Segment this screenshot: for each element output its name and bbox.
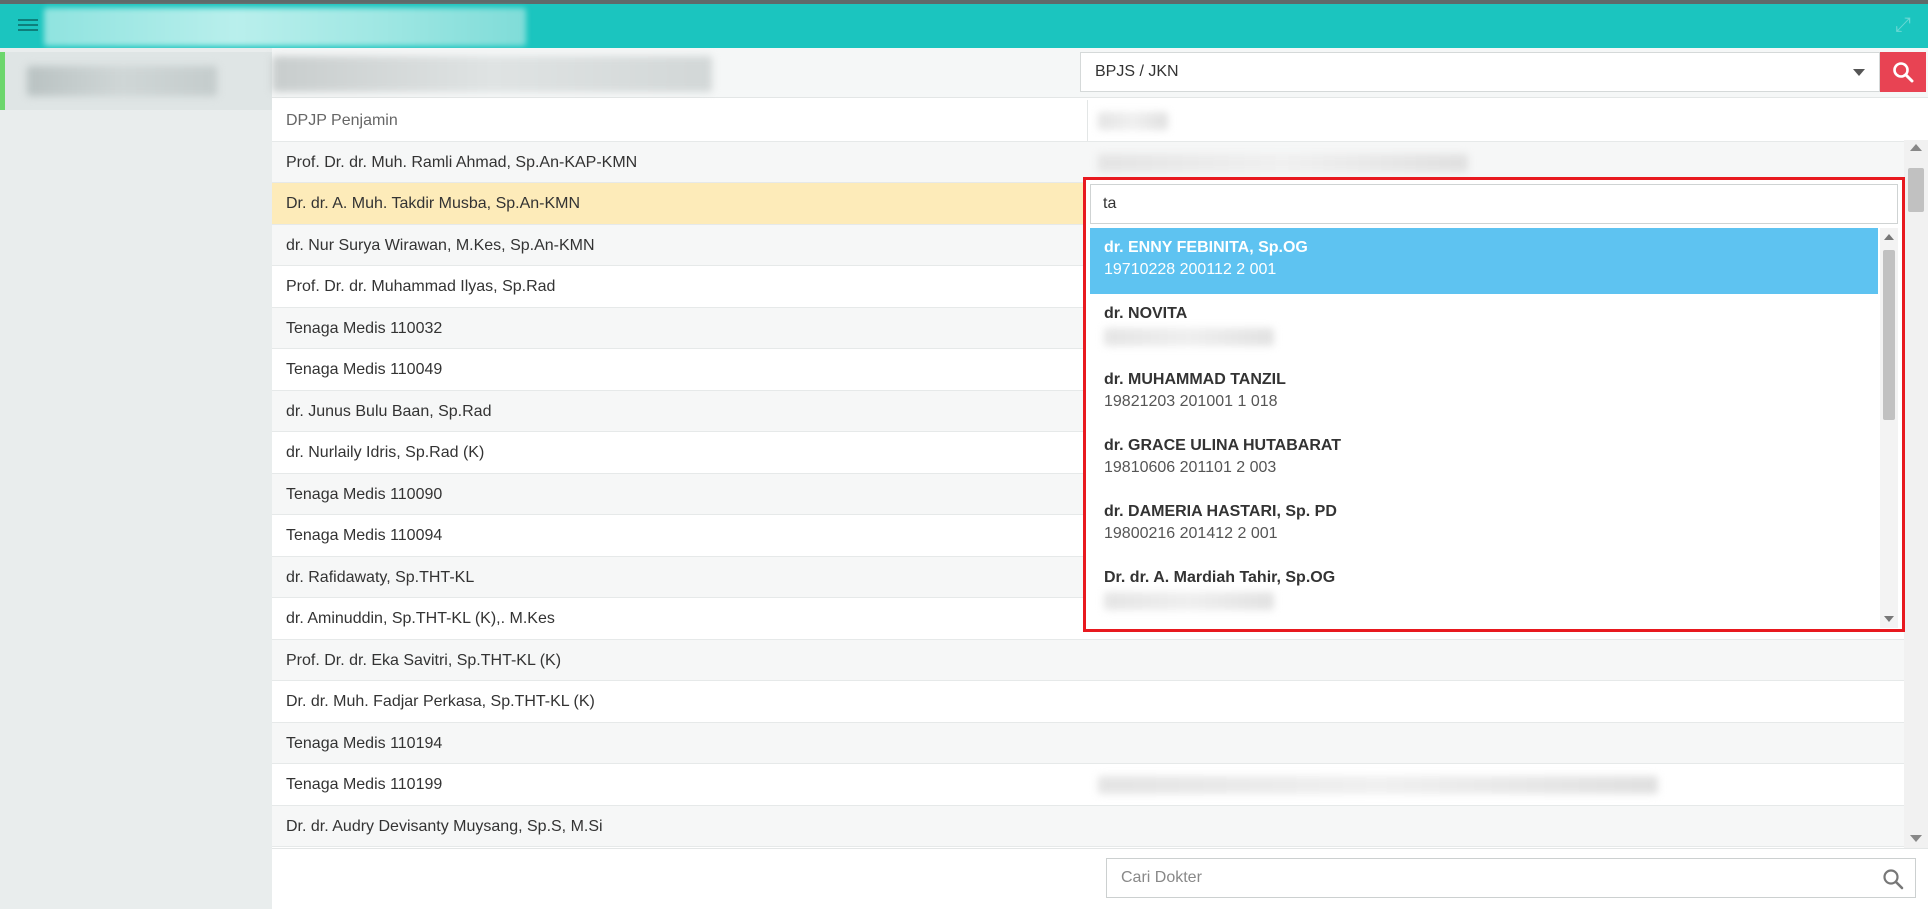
row-label: dr. Nur Surya Wirawan, M.Kes, Sp.An-KMN — [286, 236, 595, 254]
autocomplete-search-input[interactable] — [1090, 184, 1898, 224]
table-row[interactable]: Tenaga Medis 110199 — [272, 764, 1904, 806]
table-row[interactable]: Dr. dr. Muh. Fadjar Perkasa, Sp.THT-KL (… — [272, 681, 1904, 723]
scroll-up-icon[interactable] — [1910, 144, 1922, 151]
autocomplete-option[interactable]: dr. DAMERIA HASTARI, Sp. PD 19800216 201… — [1090, 492, 1878, 558]
option-nip: 19710228 200112 2 001 — [1104, 261, 1277, 278]
sidebar — [0, 48, 272, 909]
payer-select-value: BPJS / JKN — [1095, 63, 1179, 80]
autocomplete-scrollbar[interactable] — [1880, 228, 1898, 628]
row-label: dr. Nurlaily Idris, Sp.Rad (K) — [286, 444, 485, 461]
scrollbar-thumb[interactable] — [1883, 250, 1895, 420]
table-column-header: DPJP Penjamin — [272, 100, 1904, 142]
row-label: Tenaga Medis 110032 — [286, 319, 443, 337]
autocomplete-option[interactable]: Dr. dr. A. Mardiah Tahir, Sp.OG — [1090, 558, 1878, 624]
autocomplete-option[interactable]: dr. NOVITA — [1090, 294, 1878, 360]
footer-bar — [272, 848, 1928, 909]
option-name: dr. NOVITA — [1104, 305, 1188, 322]
app-title-redacted — [44, 8, 526, 46]
row-label: Dr. dr. Audry Devisanty Muysang, Sp.S, M… — [286, 817, 603, 835]
row-label: dr. Rafidawaty, Sp.THT-KL — [286, 568, 475, 586]
row-label: Tenaga Medis 110090 — [286, 485, 443, 503]
option-name: dr. GRACE ULINA HUTABARAT — [1104, 437, 1342, 454]
top-bar: ⤢ — [0, 0, 1928, 48]
value-redacted — [1098, 776, 1658, 794]
sidebar-item-redacted — [27, 66, 217, 96]
row-label: dr. Junus Bulu Baan, Sp.Rad — [286, 402, 492, 420]
column-divider — [1087, 100, 1088, 141]
row-label: Tenaga Medis 110199 — [286, 776, 443, 793]
search-doctor-input[interactable] — [1106, 858, 1916, 898]
row-label: Prof. Dr. dr. Muhammad Ilyas, Sp.Rad — [286, 278, 556, 295]
row-label: Tenaga Medis 110049 — [286, 361, 443, 378]
option-nip-redacted — [1104, 328, 1274, 346]
table-row[interactable]: Tenaga Medis 110194 — [272, 722, 1904, 764]
search-icon[interactable] — [1882, 868, 1904, 890]
option-name: dr. ENNY FEBINITA, Sp.OG — [1104, 239, 1308, 256]
option-name: Dr. dr. A. Mardiah Tahir, Sp.OG — [1104, 569, 1336, 586]
scroll-down-icon[interactable] — [1910, 835, 1922, 842]
sidebar-item-active[interactable] — [0, 52, 272, 110]
scroll-down-icon[interactable] — [1884, 616, 1894, 622]
doctor-autocomplete-dropdown: dr. ENNY FEBINITA, Sp.OG 19710228 200112… — [1083, 177, 1905, 632]
autocomplete-option[interactable]: dr. MUHAMMAD TANZIL 19821203 201001 1 01… — [1090, 360, 1878, 426]
table-row[interactable]: Prof. Dr. dr. Eka Savitri, Sp.THT-KL (K) — [272, 639, 1904, 681]
table-row[interactable]: Dr. dr. Audry Devisanty Muysang, Sp.S, M… — [272, 805, 1904, 847]
row-label: dr. Aminuddin, Sp.THT-KL (K),. M.Kes — [286, 610, 555, 627]
autocomplete-options: dr. ENNY FEBINITA, Sp.OG 19710228 200112… — [1090, 228, 1878, 628]
chevron-down-icon — [1853, 69, 1865, 76]
row-label: Tenaga Medis 110194 — [286, 734, 443, 752]
row-label: Dr. dr. A. Muh. Takdir Musba, Sp.An-KMN — [286, 195, 581, 212]
option-nip: 19821203 201001 1 018 — [1104, 393, 1278, 410]
option-nip: 19800216 201412 2 001 — [1104, 525, 1278, 542]
option-nip-redacted — [1104, 592, 1274, 610]
option-name: dr. MUHAMMAD TANZIL — [1104, 371, 1286, 388]
patient-info-redacted — [272, 56, 712, 92]
row-label: Dr. dr. Muh. Fadjar Perkasa, Sp.THT-KL (… — [286, 693, 595, 710]
scrollbar-thumb[interactable] — [1908, 168, 1924, 212]
scroll-up-icon[interactable] — [1884, 234, 1894, 240]
option-nip: 19810606 201101 2 003 — [1104, 459, 1277, 476]
option-name: dr. DAMERIA HASTARI, Sp. PD — [1104, 503, 1337, 520]
table-scrollbar[interactable] — [1904, 140, 1928, 848]
menu-icon[interactable] — [16, 16, 40, 36]
row-label: Prof. Dr. dr. Eka Savitri, Sp.THT-KL (K) — [286, 651, 562, 669]
search-button[interactable] — [1880, 52, 1926, 92]
column-header-label: DPJP Penjamin — [286, 112, 398, 129]
autocomplete-option[interactable]: dr. GRACE ULINA HUTABARAT 19810606 20110… — [1090, 426, 1878, 492]
payer-select[interactable]: BPJS / JKN — [1080, 52, 1880, 92]
autocomplete-option-active[interactable]: dr. ENNY FEBINITA, Sp.OG 19710228 200112… — [1090, 228, 1878, 294]
row-label: Prof. Dr. dr. Muh. Ramli Ahmad, Sp.An-KA… — [286, 153, 638, 171]
expand-icon[interactable]: ⤢ — [1892, 14, 1914, 36]
value-redacted — [1098, 112, 1168, 130]
value-redacted — [1098, 153, 1468, 172]
search-icon — [1893, 62, 1914, 83]
row-label: Tenaga Medis 110094 — [286, 527, 443, 544]
